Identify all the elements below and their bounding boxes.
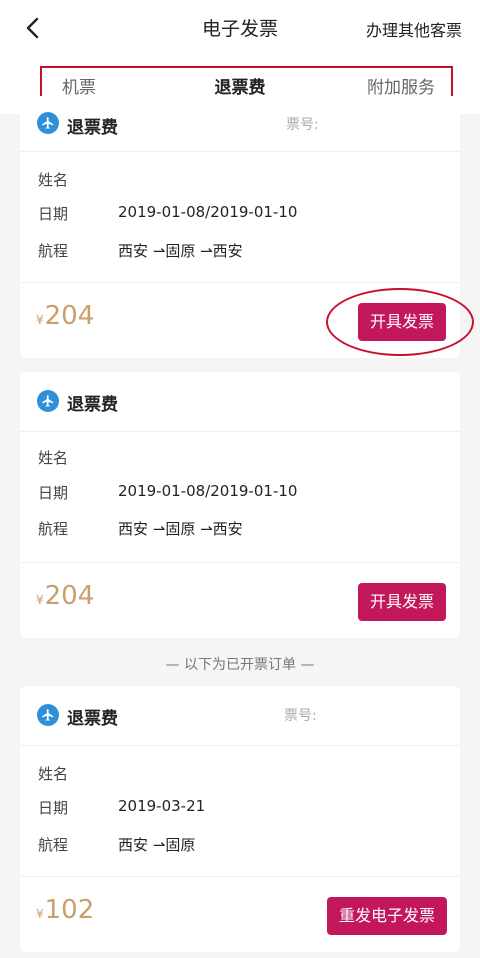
price-amount: 204 <box>44 581 95 611</box>
price-amount: 102 <box>44 895 95 925</box>
card-header: 退票费 票号: <box>20 686 460 746</box>
nav-bar: 电子发票 办理其他客票 <box>0 0 480 56</box>
currency-symbol: ¥ <box>36 593 44 607</box>
route-value: 西安 ⇀固原 ⇀西安 <box>118 520 243 538</box>
issued-orders-divider: — 以下为已开票订单 — <box>165 657 315 673</box>
other-tickets-link[interactable]: 办理其他客票 <box>366 17 462 41</box>
card-footer: ¥102 重发电子发票 <box>20 876 460 952</box>
currency-symbol: ¥ <box>36 907 44 921</box>
price: ¥204 <box>36 301 94 331</box>
currency-symbol: ¥ <box>36 313 44 327</box>
price-amount: 204 <box>44 301 95 331</box>
card-title: 退票费 <box>67 395 118 415</box>
ticket-number-label: 票号: <box>284 708 317 724</box>
date-label: 日期 <box>38 205 69 223</box>
route-value: 西安 ⇀固原 <box>118 836 196 854</box>
refund-order-card: 退票费 票号: 姓名 日期 2019-03-21 航程 西安 ⇀固原 ¥102 … <box>20 686 460 952</box>
airplane-icon <box>37 704 59 726</box>
route-label: 航程 <box>38 520 69 538</box>
refund-order-card: 退票费 姓名 日期 2019-01-08/2019-01-10 航程 西安 ⇀固… <box>20 372 460 638</box>
highlight-ellipse <box>326 288 474 356</box>
price: ¥204 <box>36 581 94 611</box>
card-title: 退票费 <box>67 709 118 729</box>
passenger-name-label: 姓名 <box>38 171 69 189</box>
date-value: 2019-01-08/2019-01-10 <box>118 203 298 221</box>
card-header: 退票费 <box>20 372 460 432</box>
route-label: 航程 <box>38 242 69 260</box>
date-label: 日期 <box>38 484 69 502</box>
airplane-icon <box>37 112 59 134</box>
card-title: 退票费 <box>67 118 118 138</box>
issue-invoice-button[interactable]: 开具发票 <box>358 583 447 621</box>
card-footer: ¥204 开具发票 <box>20 562 460 638</box>
tab-extra-services[interactable]: 附加服务 <box>367 73 435 98</box>
resend-invoice-button[interactable]: 重发电子发票 <box>327 897 448 935</box>
card-header: 退票费 票号: <box>20 96 460 152</box>
route-label: 航程 <box>38 836 69 854</box>
ticket-number-label: 票号: <box>286 117 319 133</box>
price: ¥102 <box>36 895 94 925</box>
date-value: 2019-01-08/2019-01-10 <box>118 482 298 500</box>
route-value: 西安 ⇀固原 ⇀西安 <box>118 242 243 260</box>
passenger-name-label: 姓名 <box>38 449 69 467</box>
airplane-icon <box>37 390 59 412</box>
date-value: 2019-03-21 <box>118 797 206 815</box>
passenger-name-label: 姓名 <box>38 765 69 783</box>
date-label: 日期 <box>38 799 69 817</box>
